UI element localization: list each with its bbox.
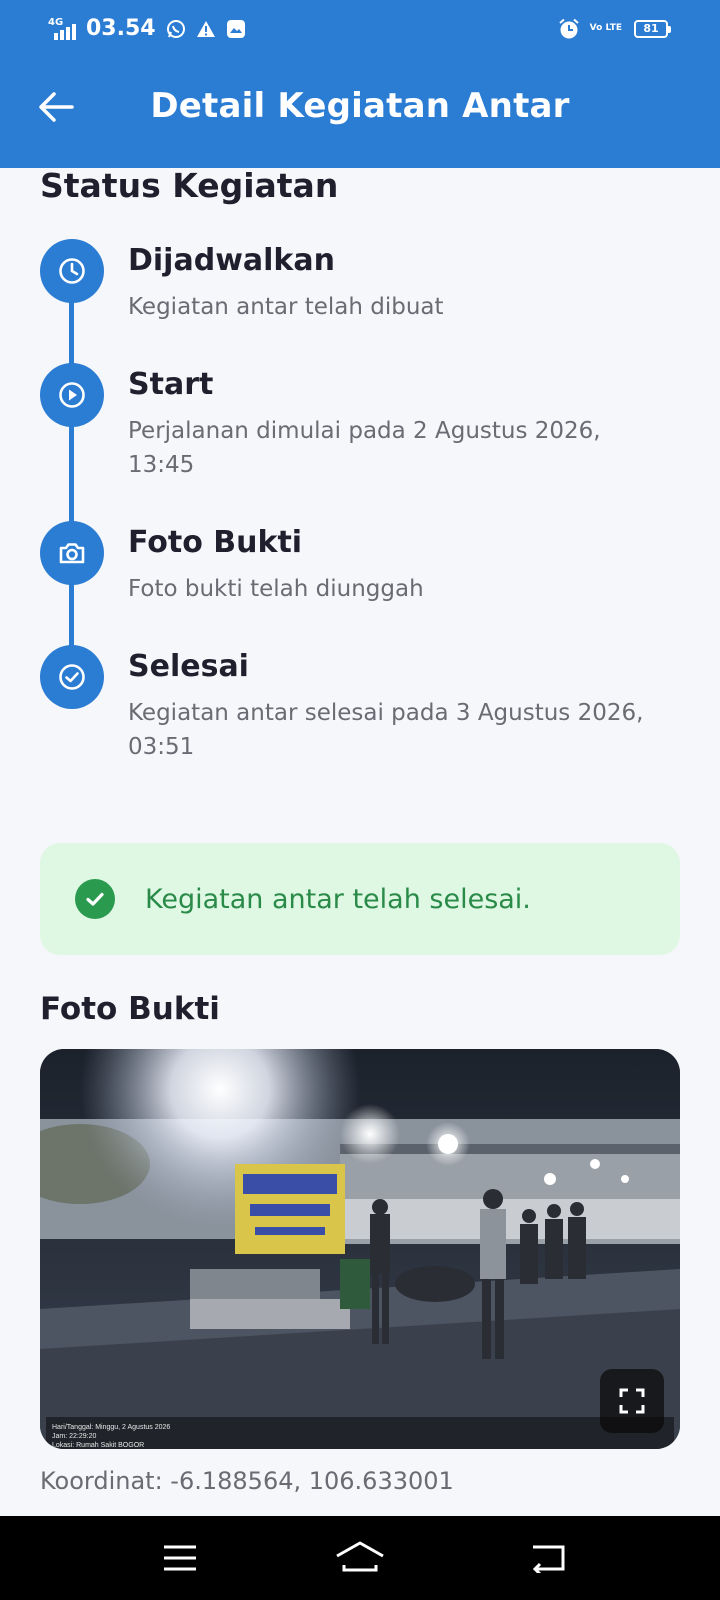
proof-photo-image: [40, 1049, 680, 1449]
signal-icon: 4G: [48, 17, 80, 40]
battery-icon: 81: [634, 19, 671, 38]
status-bar-right: Vo LTE 81: [558, 18, 671, 40]
step-circle-photo: [40, 521, 104, 585]
coordinates-text: Koordinat: -6.188564, 106.633001: [40, 1467, 454, 1495]
navigation-bar: [0, 1516, 720, 1600]
stamp-line-date: Hari/Tanggal: Minggu, 2 Agustus 2026: [52, 1424, 171, 1431]
step-desc-done: Kegiatan antar selesai pada 3 Agustus 20…: [128, 700, 644, 760]
warning-icon: [196, 20, 216, 38]
step-title-photo: Foto Bukti: [128, 525, 303, 560]
step-desc-start: Perjalanan dimulai pada 2 Agustus 2026, …: [128, 418, 601, 478]
status-section-title: Status Kegiatan: [40, 166, 339, 205]
status-bar-left: 4G 03.54: [48, 16, 246, 41]
gallery-icon: [226, 19, 246, 39]
step-circle-scheduled: [40, 239, 104, 303]
recents-button[interactable]: [142, 1530, 218, 1586]
timeline-line: [69, 266, 74, 676]
step-circle-done: [40, 645, 104, 709]
photo-stamp: Hari/Tanggal: Minggu, 2 Agustus 2026 Jam…: [46, 1417, 674, 1449]
status-bar: 4G 03.54 Vo LTE 81: [0, 0, 720, 57]
step-title-scheduled: Dijadwalkan: [128, 243, 335, 278]
clock-icon: [59, 258, 85, 284]
fullscreen-button[interactable]: [600, 1369, 664, 1433]
fullscreen-icon: [619, 1388, 645, 1414]
check-circle-icon: [75, 879, 115, 919]
stamp-line-location: Lokasi: Rumah Sakit BOGOR: [52, 1442, 145, 1449]
step-circle-start: [40, 363, 104, 427]
home-button[interactable]: [322, 1530, 398, 1586]
step-title-start: Start: [128, 367, 214, 402]
stamp-line-time: Jam: 22:29:20: [52, 1433, 97, 1440]
back-icon: [532, 1545, 565, 1573]
status-time: 03.54: [86, 16, 156, 41]
check-circle-icon: [59, 664, 85, 690]
proof-photo[interactable]: Hari/Tanggal: Minggu, 2 Agustus 2026 Jam…: [40, 1049, 680, 1449]
menu-icon: [164, 1545, 196, 1571]
photo-section-title: Foto Bukti: [40, 991, 220, 1027]
battery-level: 81: [643, 22, 659, 35]
system-back-button[interactable]: [511, 1530, 587, 1586]
camera-icon: [59, 543, 85, 564]
step-desc-photo: Foto bukti telah diunggah: [128, 576, 424, 602]
page-title: Detail Kegiatan Antar: [150, 86, 570, 126]
step-desc-scheduled: Kegiatan antar telah dibuat: [128, 294, 444, 320]
whatsapp-icon: [166, 19, 186, 39]
success-alert: Kegiatan antar telah selesai.: [40, 843, 680, 955]
alarm-icon: [558, 18, 580, 40]
home-icon: [336, 1541, 384, 1572]
play-circle-icon: [59, 382, 85, 408]
app-bar: Detail Kegiatan Antar: [0, 57, 720, 168]
volte-indicator: Vo LTE: [589, 23, 622, 33]
success-alert-text: Kegiatan antar telah selesai.: [145, 883, 531, 915]
step-title-done: Selesai: [128, 649, 249, 684]
